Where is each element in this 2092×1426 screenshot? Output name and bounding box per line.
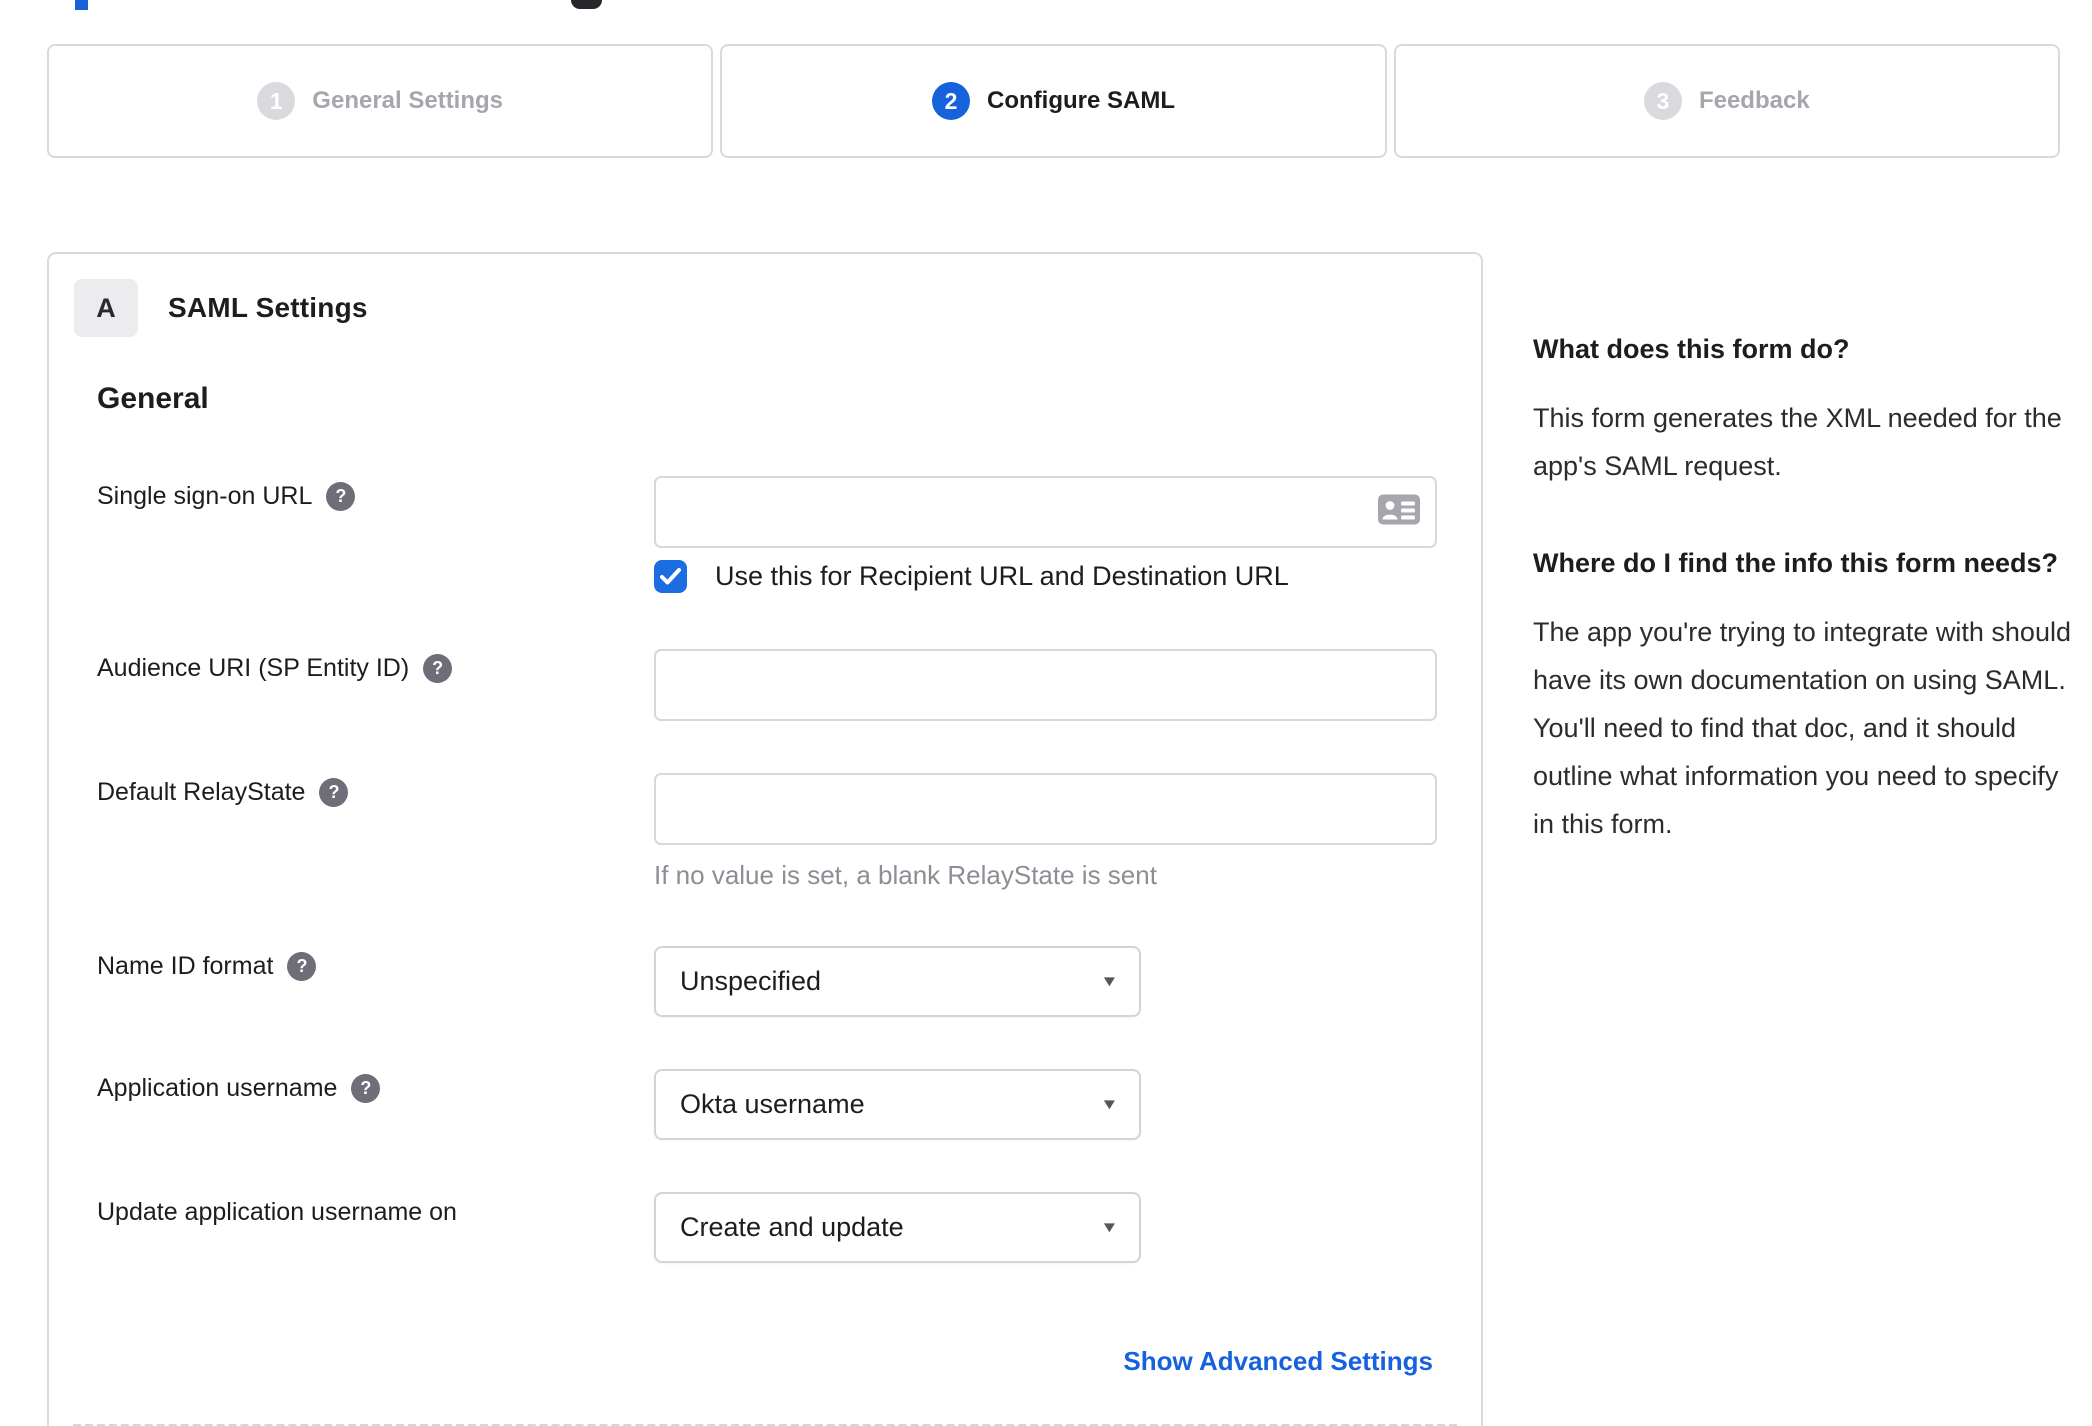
step-2-number-badge: 2 bbox=[932, 82, 970, 120]
update-application-username-label: Update application username on bbox=[97, 1198, 457, 1226]
step-2-label: Configure SAML bbox=[987, 87, 1175, 114]
application-username-value: Okta username bbox=[680, 1089, 865, 1119]
sidebar-question-1: What does this form do? bbox=[1533, 334, 1850, 364]
section-title: SAML Settings bbox=[168, 292, 368, 323]
recipient-url-checkbox-label: Use this for Recipient URL and Destinati… bbox=[715, 561, 1289, 591]
step-1-number-badge: 1 bbox=[257, 82, 296, 120]
autofill-contact-icon[interactable] bbox=[1377, 494, 1421, 531]
general-group-heading: General bbox=[97, 382, 209, 415]
default-relaystate-help-icon[interactable]: ? bbox=[319, 778, 349, 807]
step-general-settings[interactable]: 1 General Settings bbox=[47, 44, 714, 158]
name-id-format-label: Name ID format ? bbox=[97, 952, 317, 981]
name-id-format-select[interactable]: Unspecified ▼ bbox=[654, 946, 1141, 1017]
recipient-url-checkbox-row: Use this for Recipient URL and Destinati… bbox=[654, 560, 1289, 593]
step-configure-saml[interactable]: 2 Configure SAML bbox=[720, 44, 1387, 158]
step-3-label: Feedback bbox=[1698, 87, 1810, 114]
chevron-down-icon: ▼ bbox=[1100, 1096, 1119, 1113]
name-id-format-help-icon[interactable]: ? bbox=[287, 952, 317, 981]
help-sidebar: What does this form do? This form genera… bbox=[1533, 328, 2073, 848]
step-feedback[interactable]: 3 Feedback bbox=[1393, 44, 2060, 158]
chevron-down-icon: ▼ bbox=[1100, 973, 1119, 990]
step-1-label: General Settings bbox=[312, 87, 504, 114]
audience-uri-input[interactable] bbox=[654, 649, 1437, 721]
recipient-url-checkbox[interactable] bbox=[654, 560, 687, 593]
application-username-select[interactable]: Okta username ▼ bbox=[654, 1069, 1141, 1140]
default-relaystate-input[interactable] bbox=[654, 773, 1437, 845]
step-3-number-badge: 3 bbox=[1643, 82, 1682, 120]
sidebar-answer-1: This form generates the XML needed for t… bbox=[1533, 403, 2062, 481]
application-username-help-icon[interactable]: ? bbox=[351, 1074, 381, 1103]
relaystate-helper-text: If no value is set, a blank RelayState i… bbox=[654, 860, 1157, 890]
name-id-format-value: Unspecified bbox=[680, 966, 822, 996]
update-application-username-select[interactable]: Create and update ▼ bbox=[654, 1192, 1141, 1263]
single-sign-on-url-help-icon[interactable]: ? bbox=[326, 482, 356, 511]
single-sign-on-url-label: Single sign-on URL ? bbox=[97, 482, 356, 511]
show-advanced-settings-link[interactable]: Show Advanced Settings bbox=[1123, 1346, 1433, 1377]
default-relaystate-label: Default RelayState ? bbox=[97, 778, 349, 807]
chevron-down-icon: ▼ bbox=[1100, 1219, 1119, 1236]
saml-settings-panel: A SAML Settings General Single sign-on U… bbox=[47, 252, 1483, 1426]
section-a-badge: A bbox=[74, 279, 138, 337]
application-username-label: Application username ? bbox=[97, 1074, 381, 1103]
wizard-stepper: 1 General Settings 2 Configure SAML 3 Fe… bbox=[47, 44, 2060, 158]
header-link-fragment bbox=[75, 0, 88, 10]
sidebar-question-2: Where do I find the info this form needs… bbox=[1533, 548, 2058, 578]
header-icon-fragment bbox=[571, 0, 602, 9]
audience-uri-label: Audience URI (SP Entity ID) ? bbox=[97, 654, 453, 683]
single-sign-on-url-input[interactable] bbox=[654, 476, 1437, 548]
sidebar-answer-2: The app you're trying to integrate with … bbox=[1533, 617, 2071, 839]
single-sign-on-url-input-wrap bbox=[654, 476, 1437, 548]
section-header: A SAML Settings bbox=[74, 279, 368, 337]
update-application-username-value: Create and update bbox=[680, 1212, 904, 1242]
audience-uri-help-icon[interactable]: ? bbox=[423, 654, 453, 683]
